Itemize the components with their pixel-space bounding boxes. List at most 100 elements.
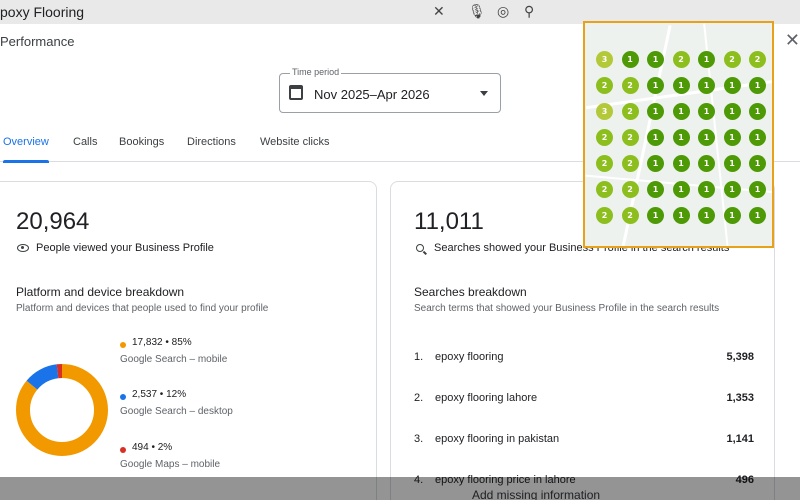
search-term-rank: 2.	[414, 392, 424, 404]
legend-stat-mobile: 17,832 • 85%	[132, 337, 192, 348]
rank-pin[interactable]: 3	[596, 51, 613, 68]
rank-pin[interactable]: 2	[621, 77, 639, 94]
rank-pin[interactable]: 2	[621, 207, 639, 224]
search-term-count: 1,353	[726, 392, 754, 404]
legend-dot-maps	[120, 447, 126, 453]
tab-website-clicks[interactable]: Website clicks	[260, 136, 329, 162]
rank-pin[interactable]: 1	[647, 77, 664, 94]
search-term: epoxy flooring	[435, 351, 504, 363]
page-title: Performance	[0, 34, 75, 49]
rank-pin[interactable]: 2	[621, 181, 639, 198]
rank-pin[interactable]: 1	[698, 129, 715, 146]
rank-pin[interactable]: 2	[749, 51, 766, 68]
search-query[interactable]: poxy Flooring	[0, 4, 84, 20]
views-card: 20,964 People viewed your Business Profi…	[0, 181, 377, 500]
rank-pin[interactable]: 1	[672, 129, 690, 146]
tab-directions[interactable]: Directions	[187, 136, 236, 162]
rank-pin[interactable]: 1	[749, 103, 766, 120]
rank-pin[interactable]: 1	[647, 103, 664, 120]
rank-pin[interactable]: 1	[672, 181, 690, 198]
search-term: epoxy flooring in pakistan	[435, 433, 560, 445]
rank-pin[interactable]: 1	[749, 207, 766, 224]
taskbar-overlay	[0, 477, 800, 500]
time-period-select[interactable]: Time period Nov 2025–Apr 2026	[279, 67, 501, 113]
rank-pin[interactable]: 2	[596, 129, 613, 146]
lens-icon[interactable]: ◎	[497, 3, 509, 20]
time-period-value: Nov 2025–Apr 2026	[314, 87, 430, 102]
rank-pin[interactable]: 1	[672, 103, 690, 120]
searches-breakdown-desc: Search terms that showed your Business P…	[414, 303, 720, 314]
rank-pin[interactable]: 2	[672, 51, 690, 68]
rank-pin[interactable]: 1	[698, 51, 715, 68]
legend-label-mobile: Google Search – mobile	[120, 354, 228, 365]
rank-pin[interactable]: 2	[596, 155, 613, 172]
platform-breakdown-title: Platform and device breakdown	[16, 285, 185, 299]
rank-pin[interactable]: 2	[621, 155, 639, 172]
rank-pin[interactable]: 2	[596, 181, 613, 198]
search-term-row: 2. epoxy flooring lahore 1,353	[414, 392, 754, 408]
legend-dot-mobile	[120, 342, 126, 348]
rank-pin[interactable]: 1	[621, 51, 639, 68]
eye-icon	[17, 244, 29, 252]
tab-calls[interactable]: Calls	[73, 136, 97, 162]
views-count: 20,964	[16, 208, 90, 235]
search-term-row: 3. epoxy flooring in pakistan 1,141	[414, 433, 754, 449]
search-term: epoxy flooring lahore	[435, 392, 538, 404]
searches-count: 11,011	[414, 208, 484, 235]
add-missing-info-link[interactable]: Add missing information	[472, 488, 600, 500]
rank-pin[interactable]: 1	[749, 181, 766, 198]
legend-stat-maps: 494 • 2%	[132, 442, 173, 453]
rank-pin[interactable]: 1	[698, 207, 715, 224]
rank-pin[interactable]: 1	[647, 155, 664, 172]
search-icon	[416, 244, 424, 252]
calendar-icon	[289, 85, 303, 100]
rank-grid-map: 3112122221111132111112211111221111122111…	[583, 21, 774, 248]
rank-pin[interactable]: 1	[647, 51, 664, 68]
rank-pin[interactable]: 1	[723, 207, 741, 224]
rank-pin[interactable]: 1	[723, 103, 741, 120]
time-period-label: Time period	[290, 67, 342, 77]
rank-pin[interactable]: 1	[723, 155, 741, 172]
rank-pin[interactable]: 1	[749, 129, 766, 146]
search-term-count: 1,141	[726, 433, 754, 445]
tab-bookings[interactable]: Bookings	[119, 136, 164, 162]
rank-pin[interactable]: 1	[647, 207, 664, 224]
rank-pin[interactable]: 1	[723, 129, 741, 146]
rank-pin[interactable]: 3	[596, 103, 613, 120]
legend-label-maps: Google Maps – mobile	[120, 459, 221, 470]
search-term-row: 1. epoxy flooring 5,398	[414, 351, 754, 367]
rank-pin[interactable]: 2	[596, 207, 613, 224]
search-term-rank: 3.	[414, 433, 424, 445]
rank-pin[interactable]: 2	[596, 77, 613, 94]
close-icon[interactable]: ✕	[785, 30, 800, 51]
search-term-rank: 1.	[414, 351, 424, 363]
rank-pin[interactable]: 1	[698, 77, 715, 94]
rank-pin[interactable]: 1	[749, 155, 766, 172]
rank-pin[interactable]: 1	[672, 155, 690, 172]
rank-pin[interactable]: 1	[749, 77, 766, 94]
search-icon[interactable]: ⚲	[524, 3, 534, 20]
rank-pin[interactable]: 1	[647, 129, 664, 146]
rank-pin[interactable]: 2	[621, 129, 639, 146]
rank-pin[interactable]: 1	[698, 181, 715, 198]
legend-label-desktop: Google Search – desktop	[120, 406, 233, 417]
rank-pin[interactable]: 2	[723, 51, 741, 68]
legend-stat-desktop: 2,537 • 12%	[132, 389, 187, 400]
clear-icon[interactable]: ✕	[433, 3, 445, 20]
rank-pin[interactable]: 1	[723, 77, 741, 94]
tab-overview[interactable]: Overview	[3, 136, 49, 163]
legend-dot-desktop	[120, 394, 126, 400]
rank-pin[interactable]: 1	[647, 181, 664, 198]
microphone-icon[interactable]: 🎙	[468, 3, 486, 20]
search-term-count: 5,398	[726, 351, 754, 363]
rank-pin[interactable]: 1	[698, 155, 715, 172]
rank-pin[interactable]: 1	[672, 77, 690, 94]
views-caption: People viewed your Business Profile	[36, 242, 214, 254]
dropdown-arrow-icon	[480, 91, 488, 96]
rank-pin[interactable]: 1	[698, 103, 715, 120]
platform-breakdown-desc: Platform and devices that people used to…	[16, 303, 269, 314]
rank-pin[interactable]: 2	[621, 103, 639, 120]
rank-pin[interactable]: 1	[672, 207, 690, 224]
rank-pin[interactable]: 1	[723, 181, 741, 198]
searches-breakdown-title: Searches breakdown	[414, 285, 527, 299]
